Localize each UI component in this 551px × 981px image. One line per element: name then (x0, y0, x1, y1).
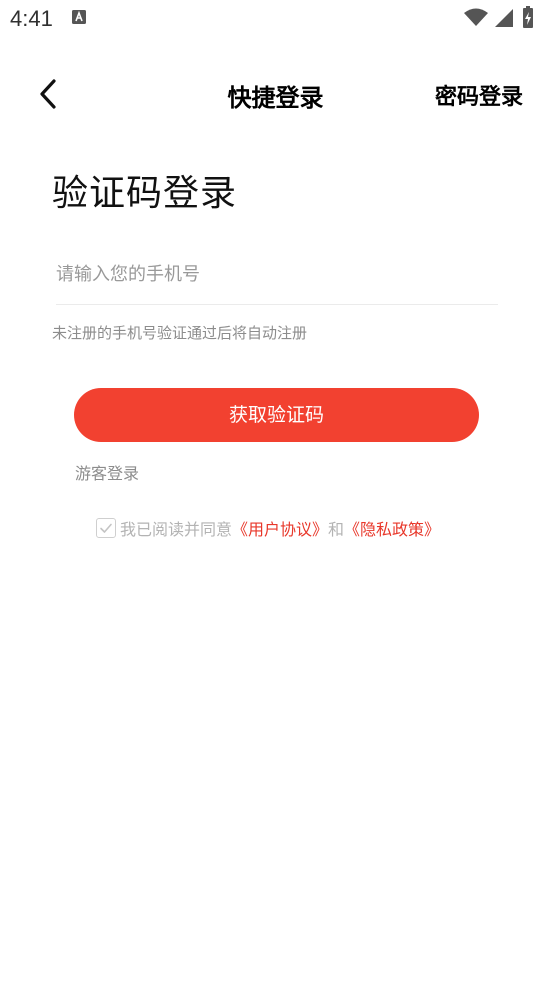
privacy-policy-link[interactable]: 《隐私政策》 (344, 516, 440, 540)
agreement-prefix: 我已阅读并同意 (120, 520, 233, 539)
status-time: 4:41 (10, 6, 53, 31)
battery-icon (523, 6, 533, 28)
password-login-button[interactable]: 密码登录 (435, 79, 523, 111)
user-agreement-link[interactable]: 《用户协议》 (232, 516, 328, 540)
signal-icon (495, 9, 513, 27)
status-icons (464, 6, 533, 28)
agreement-checkbox[interactable] (96, 518, 116, 538)
get-code-button[interactable]: 获取验证码 (74, 388, 479, 442)
auto-register-hint: 未注册的手机号验证通过后将自动注册 (52, 324, 308, 342)
wifi-icon (464, 8, 488, 26)
header: 快捷登录 密码登录 (0, 60, 551, 128)
check-icon (100, 523, 112, 533)
guest-login-link[interactable]: 游客登录 (75, 460, 139, 484)
status-bar: 4:41 (0, 0, 551, 38)
page-title: 验证码登录 (52, 173, 238, 214)
phone-input[interactable] (56, 252, 496, 296)
input-underline (56, 304, 498, 305)
agreement-row: 我已阅读并同意 《用户协议》 和 《隐私政策》 (96, 515, 440, 541)
agreement-conjunction: 和 (328, 520, 345, 539)
notification-a-icon (72, 10, 86, 24)
